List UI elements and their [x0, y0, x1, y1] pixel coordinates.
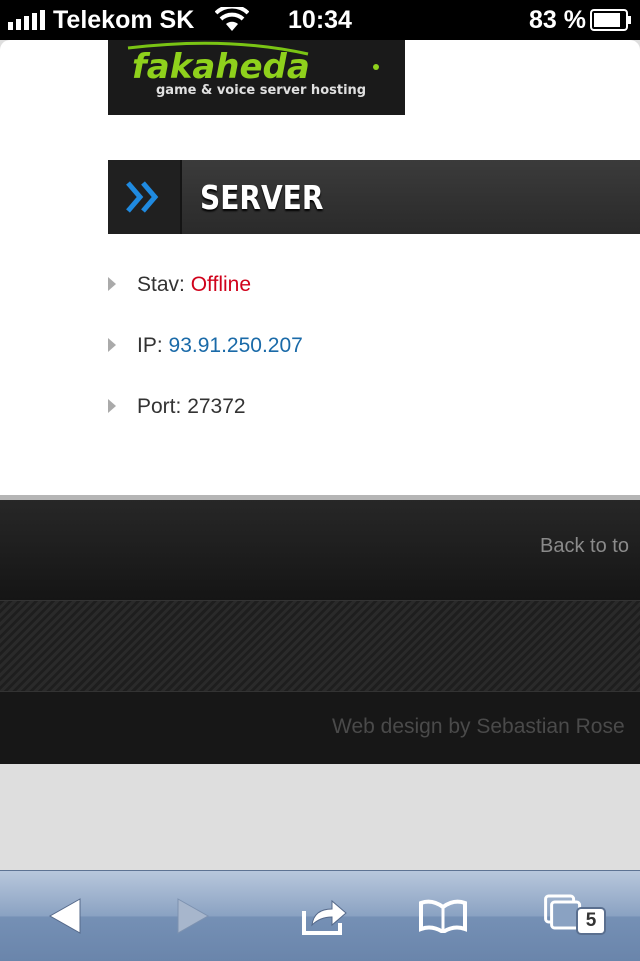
ip-label: IP: [137, 334, 169, 357]
section-title: SERVER [200, 178, 324, 217]
footer-stripe-band [0, 600, 640, 692]
bullet-arrow-icon [108, 338, 116, 352]
status-label: Stav: [137, 273, 191, 296]
back-arrow-icon [48, 898, 81, 934]
back-to-top-link[interactable]: Back to to [540, 535, 629, 558]
share-button[interactable] [275, 871, 375, 961]
browser-toolbar: 5 [0, 870, 640, 961]
list-item-status: Stav: Offline [108, 268, 628, 329]
battery-icon [590, 9, 631, 31]
footer-bottom-bar: Web design by Sebastian Rose [0, 692, 640, 764]
list-item-port: Port: 27372 [108, 390, 628, 451]
bullet-arrow-icon [108, 277, 116, 291]
forward-button[interactable] [143, 871, 243, 961]
list-item-ip: IP: 93.91.250.207 [108, 329, 628, 390]
share-icon [302, 899, 347, 935]
design-credit-link[interactable]: Web design by Sebastian Rose [332, 715, 625, 739]
tabs-count-badge: 5 [578, 909, 604, 933]
port-label: Port: [137, 395, 188, 418]
web-page[interactable]: fakaheda game & voice server hosting SER… [0, 40, 640, 870]
back-button[interactable] [15, 871, 115, 961]
tabs-button[interactable]: 5 [520, 871, 620, 961]
section-icon-box [108, 160, 182, 234]
open-book-icon [419, 899, 467, 933]
footer-top-bar: Back to to [0, 495, 640, 600]
server-info-list: Stav: Offline IP: 93.91.250.207 Port: 27… [108, 268, 628, 451]
forward-arrow-icon [177, 898, 210, 934]
logo-tagline: game & voice server hosting [156, 83, 366, 98]
bullet-arrow-icon [108, 399, 116, 413]
ip-link[interactable]: 93.91.250.207 [169, 334, 303, 357]
logo-brand: fakaheda [132, 47, 310, 87]
section-header: SERVER [108, 160, 640, 234]
double-chevron-right-icon [126, 181, 159, 213]
battery-percent: 83 % [529, 6, 586, 34]
fakaheda-logo[interactable]: fakaheda game & voice server hosting [108, 40, 405, 115]
status-value: Offline [190, 273, 252, 296]
status-bar: Telekom SK 10:34 83 % [0, 0, 640, 40]
port-value: 27372 [187, 395, 246, 418]
bookmarks-button[interactable] [393, 871, 493, 961]
